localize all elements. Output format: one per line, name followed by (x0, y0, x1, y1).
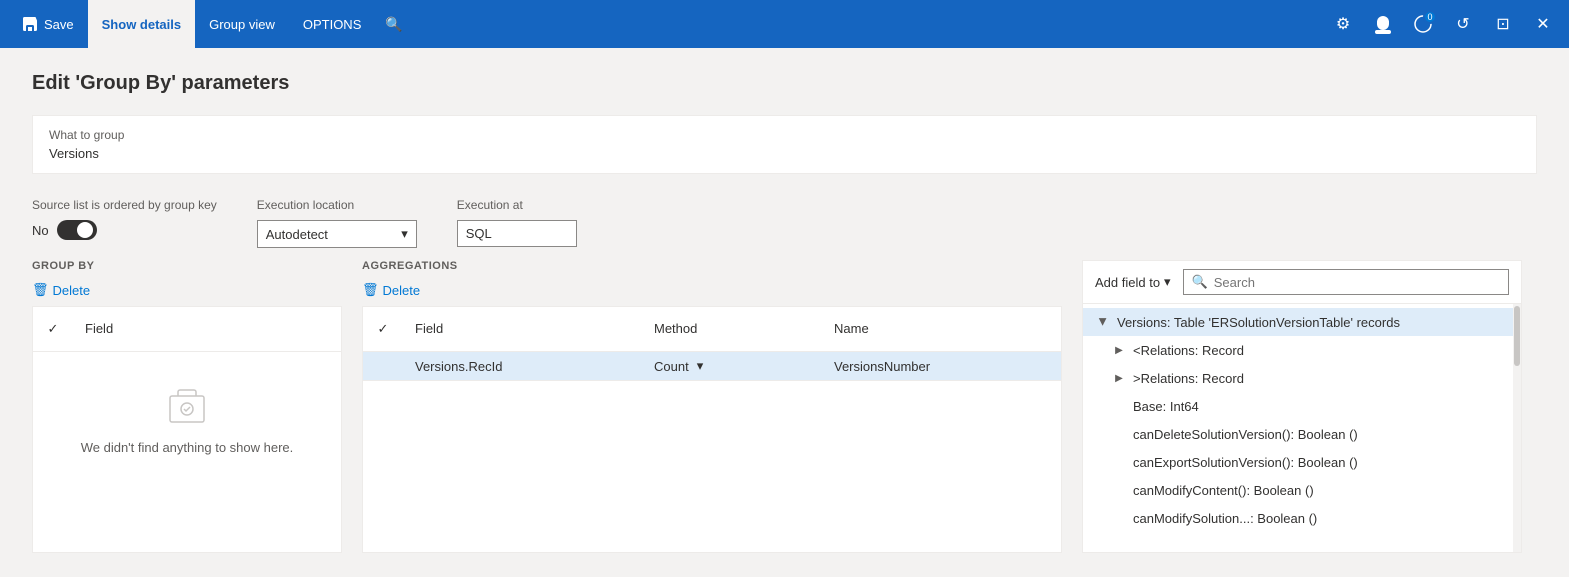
source-ordered-toggle[interactable] (57, 220, 97, 240)
empty-icon (162, 382, 212, 432)
tree-label-base: Base: Int64 (1133, 399, 1199, 414)
notification-badge: 0 (1423, 10, 1437, 24)
toggle-row: No (32, 220, 217, 240)
tree-item-can-delete[interactable]: ▶ canDeleteSolutionVersion(): Boolean () (1083, 420, 1513, 448)
save-button[interactable]: Save (8, 0, 88, 48)
execution-at-group: Execution at SQL (457, 198, 577, 247)
aggregations-header: AGGREGATIONS (362, 260, 1062, 272)
tree-item-can-modify-solution[interactable]: ▶ canModifySolution...: Boolean () (1083, 504, 1513, 532)
search-button[interactable]: 🔍 (375, 0, 412, 48)
group-by-empty-text: We didn't find anything to show here. (81, 440, 294, 455)
source-ordered-value: No (32, 223, 49, 238)
group-by-table: ✓ Field We didn't find anything to show … (32, 306, 342, 553)
tree-label-can-modify-solution: canModifySolution...: Boolean () (1133, 511, 1317, 526)
group-by-panel: GROUP BY 🗑 Delete ✓ Field We di (32, 260, 342, 553)
execution-location-dropdown[interactable]: Autodetect ▾ (257, 220, 417, 248)
aggregations-delete-label: Delete (383, 283, 421, 298)
tree-label-can-modify: canModifyContent(): Boolean () (1133, 483, 1314, 498)
main-content: Edit 'Group By' parameters What to group… (0, 48, 1569, 577)
group-by-delete-label: Delete (53, 283, 91, 298)
tree-label-relations-less: <Relations: Record (1133, 343, 1244, 358)
group-by-header: GROUP BY (32, 260, 342, 272)
tree-item-relations-less[interactable]: ▶ <Relations: Record (1083, 336, 1513, 364)
aggregations-table: ✓ Field Method Name Versions.RecId Count… (362, 306, 1062, 553)
execution-location-group: Execution location Autodetect ▾ (257, 198, 417, 248)
source-ordered-group: Source list is ordered by group key No (32, 198, 217, 240)
form-section: What to group Versions (32, 115, 1537, 174)
execution-at-value: SQL (466, 226, 492, 241)
tree-label-relations-more: >Relations: Record (1133, 371, 1244, 386)
chevron-down-icon: ▾ (401, 226, 408, 242)
scrollbar (1513, 304, 1521, 552)
group-view-button[interactable]: Group view (195, 0, 289, 48)
tables-row: GROUP BY 🗑 Delete ✓ Field We di (32, 260, 1537, 553)
agg-field-col: Field (403, 315, 642, 343)
chevron-down-icon-method: ▾ (697, 358, 704, 374)
execution-at-field: SQL (457, 220, 577, 247)
execution-at-label: Execution at (457, 198, 577, 212)
tree-item-versions[interactable]: ▶ Versions: Table 'ERSolutionVersionTabl… (1083, 308, 1513, 336)
tree-label-versions: Versions: Table 'ERSolutionVersionTable'… (1117, 315, 1400, 330)
restore-icon-button[interactable]: ⊡ (1485, 6, 1521, 42)
agg-row-check (363, 360, 403, 372)
scrollbar-thumb[interactable] (1514, 306, 1520, 366)
chevron-down-icon-add: ▾ (1164, 274, 1171, 290)
tree-item-relations-more[interactable]: ▶ >Relations: Record (1083, 364, 1513, 392)
user-icon-button[interactable] (1365, 6, 1401, 42)
titlebar: Save Show details Group view OPTIONS 🔍 ⚙… (0, 0, 1569, 48)
expand-icon-relations-more[interactable]: ▶ (1111, 370, 1127, 386)
page-title: Edit 'Group By' parameters (32, 72, 1537, 95)
tree-label-can-delete: canDeleteSolutionVersion(): Boolean () (1133, 427, 1358, 442)
trash-icon: 🗑 (32, 282, 49, 298)
table-row: Versions.RecId Count ▾ VersionsNumber (363, 352, 1061, 381)
group-by-table-header: ✓ Field (33, 307, 341, 352)
tree-list: ▶ Versions: Table 'ERSolutionVersionTabl… (1083, 304, 1513, 552)
source-ordered-label: Source list is ordered by group key (32, 198, 217, 212)
close-icon-button[interactable]: ✕ (1525, 6, 1561, 42)
right-panel: Add field to ▾ 🔍 ▶ Versions: Table 'ERSo… (1082, 260, 1522, 553)
notification-icon-button[interactable]: 0 (1405, 6, 1441, 42)
agg-name-col: Name (822, 315, 1061, 343)
group-by-check-col: ✓ (33, 315, 73, 343)
group-by-field-col: Field (73, 315, 341, 343)
aggregations-panel: AGGREGATIONS 🗑 Delete ✓ Field Method Nam… (362, 260, 1062, 553)
tree-label-can-export: canExportSolutionVersion(): Boolean () (1133, 455, 1358, 470)
trash-icon-agg: 🗑 (362, 282, 379, 298)
search-icon: 🔍 (1192, 274, 1208, 290)
titlebar-right-controls: ⚙ 0 ↺ ⊡ ✕ (1325, 6, 1561, 42)
agg-check-col: ✓ (363, 315, 403, 343)
right-panel-header: Add field to ▾ 🔍 (1083, 261, 1521, 304)
options-button[interactable]: OPTIONS (289, 0, 376, 48)
aggregations-table-header: ✓ Field Method Name (363, 307, 1061, 352)
tree-item-can-modify[interactable]: ▶ canModifyContent(): Boolean () (1083, 476, 1513, 504)
options-row: Source list is ordered by group key No E… (32, 198, 1537, 248)
what-to-group-label: What to group (49, 128, 1520, 142)
tree-item-can-export[interactable]: ▶ canExportSolutionVersion(): Boolean () (1083, 448, 1513, 476)
search-box: 🔍 (1183, 269, 1509, 295)
show-details-button[interactable]: Show details (88, 0, 195, 48)
execution-location-value: Autodetect (266, 227, 328, 242)
add-field-label: Add field to (1095, 275, 1160, 290)
tree-item-base[interactable]: ▶ Base: Int64 (1083, 392, 1513, 420)
group-by-empty-state: We didn't find anything to show here. (33, 352, 341, 485)
agg-row-field: Versions.RecId (403, 353, 642, 380)
expand-icon-versions[interactable]: ▶ (1095, 314, 1111, 330)
add-field-button[interactable]: Add field to ▾ (1095, 274, 1171, 290)
agg-method-col: Method (642, 315, 822, 343)
group-by-delete-button[interactable]: 🗑 Delete (32, 280, 342, 300)
method-dropdown[interactable]: Count ▾ (654, 358, 810, 374)
agg-row-name: VersionsNumber (822, 353, 1061, 380)
search-input[interactable] (1214, 275, 1500, 290)
execution-location-label: Execution location (257, 198, 417, 212)
aggregations-delete-button[interactable]: 🗑 Delete (362, 280, 1062, 300)
refresh-icon-button[interactable]: ↺ (1445, 6, 1481, 42)
what-to-group-value: Versions (49, 146, 1520, 161)
agg-row-method: Count ▾ (642, 352, 822, 380)
tree-container: ▶ Versions: Table 'ERSolutionVersionTabl… (1083, 304, 1521, 552)
method-value: Count (654, 359, 689, 374)
settings-icon-button[interactable]: ⚙ (1325, 6, 1361, 42)
expand-icon-relations-less[interactable]: ▶ (1111, 342, 1127, 358)
